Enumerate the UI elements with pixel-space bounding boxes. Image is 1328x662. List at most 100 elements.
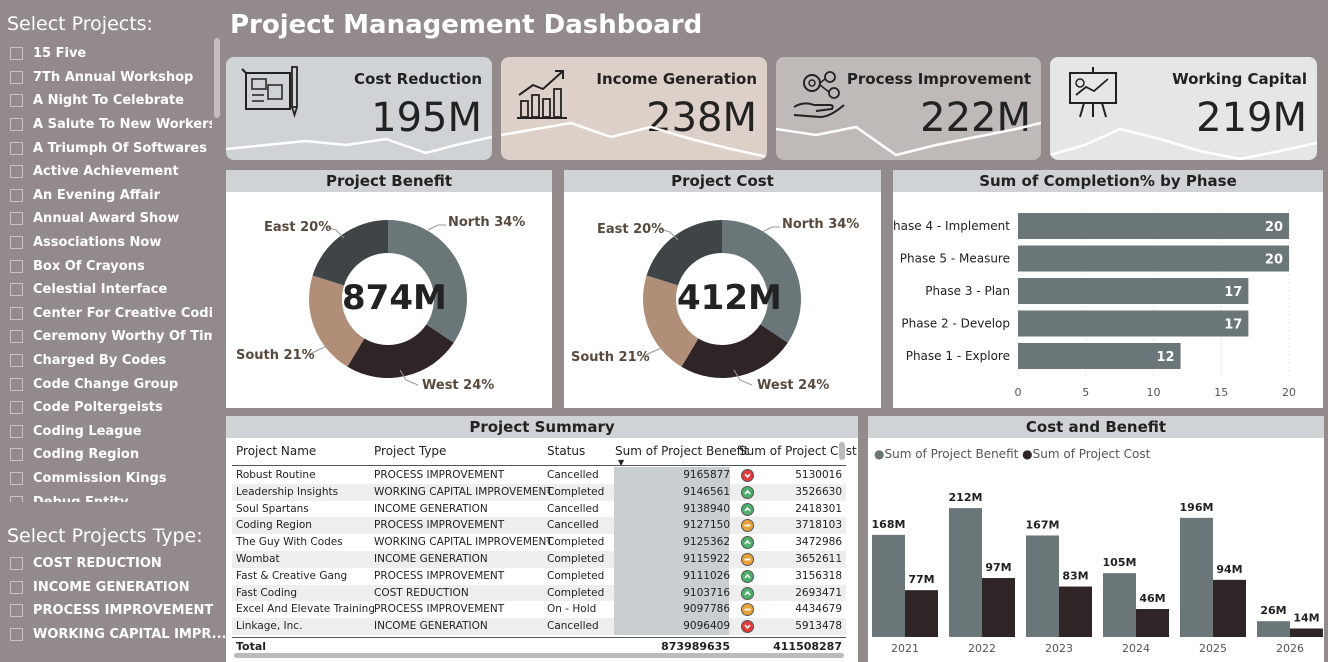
benefit-bar[interactable] (949, 508, 982, 637)
checkbox[interactable] (10, 118, 23, 132)
project-option[interactable]: Coding Region (10, 443, 212, 467)
checkbox[interactable] (10, 165, 23, 179)
checkbox[interactable] (10, 94, 23, 108)
checkbox[interactable] (10, 188, 23, 202)
kpi-card-income-generation[interactable]: Income Generation 238M (501, 57, 767, 160)
projects-slicer[interactable]: 15 Five 7Th Annual Workshop A Night To Cel… (10, 42, 212, 502)
table-row[interactable]: The Guy With Codes WORKING CAPITAL IMPROV… (232, 534, 846, 551)
cost-bar[interactable] (1213, 579, 1246, 637)
project-option[interactable]: Celestial Interface (10, 278, 212, 302)
checkbox[interactable] (10, 471, 23, 485)
project-option[interactable]: Annual Award Show (10, 207, 212, 231)
project-option[interactable]: Coding League (10, 420, 212, 444)
project-option[interactable]: Associations Now (10, 231, 212, 255)
benefit-bar[interactable] (1103, 573, 1136, 637)
checkbox[interactable] (10, 259, 23, 273)
project-option[interactable]: Center For Creative Coding (10, 302, 212, 326)
project-option[interactable]: Active Achievement (10, 160, 212, 184)
project-option[interactable]: Charged By Codes (10, 349, 212, 373)
donut-label-west: West 24% (422, 378, 495, 393)
table-row[interactable]: Fast Coding COST REDUCTION Completed 910371… (232, 584, 846, 602)
kpi-card-working-capital[interactable]: Working Capital 219M (1050, 57, 1317, 160)
col-header-project-name[interactable]: Project Name (236, 444, 316, 458)
checkbox[interactable] (10, 377, 23, 391)
checkbox[interactable] (10, 354, 23, 368)
checkbox[interactable] (10, 330, 23, 344)
table-row[interactable]: Linkage, Inc. INCOME GENERATION Cancelled 9… (232, 618, 846, 635)
checkbox[interactable] (10, 627, 23, 641)
checkbox[interactable] (10, 236, 23, 250)
phase-bar[interactable] (1018, 310, 1249, 337)
donut-slice-west[interactable] (681, 324, 788, 378)
checkbox[interactable] (10, 47, 23, 61)
checkbox[interactable] (10, 424, 23, 438)
type-option[interactable]: INCOME GENERATION (10, 576, 220, 600)
project-option-label: Active Achievement (33, 164, 179, 180)
project-option[interactable]: Code Change Group (10, 372, 212, 396)
checkbox[interactable] (10, 448, 23, 462)
kpi-card-process-improvement[interactable]: Process Improvement 222M (776, 57, 1041, 160)
checkbox[interactable] (10, 604, 23, 618)
table-row[interactable]: Wombat INCOME GENERATION Completed 9115922 3… (232, 551, 846, 568)
type-option[interactable]: WORKING CAPITAL IMPR... (10, 623, 226, 647)
project-option[interactable]: Box Of Crayons (10, 254, 212, 278)
cost-bar[interactable] (1059, 586, 1092, 637)
checkbox[interactable] (10, 70, 23, 84)
benefit-bar[interactable] (1180, 517, 1213, 637)
col-header-project-type[interactable]: Project Type (374, 444, 446, 458)
project-option-label: Celestial Interface (33, 282, 168, 298)
table-row[interactable]: Fast & Creative Gang PROCESS IMPROVEMENT C… (232, 567, 846, 585)
table-row[interactable]: Soul Spartans INCOME GENERATION Cancelled 9… (232, 500, 846, 518)
type-option[interactable]: COST REDUCTION (10, 552, 220, 576)
donut-slice-west[interactable] (347, 324, 454, 378)
checkbox[interactable] (10, 495, 23, 502)
cell-project-benefit: 9103716 (683, 586, 730, 599)
benefit-bar[interactable] (872, 534, 905, 637)
table-row[interactable]: Coding Region PROCESS IMPROVEMENT Cancelle… (232, 517, 846, 535)
kpi-card-cost-reduction[interactable]: Cost Reduction 195M (226, 57, 492, 160)
checkbox[interactable] (10, 283, 23, 297)
checkbox[interactable] (10, 212, 23, 226)
table-row[interactable]: Robust Routine PROCESS IMPROVEMENT Cancell… (232, 467, 846, 484)
benefit-bar[interactable] (1026, 535, 1059, 637)
cost-bar[interactable] (1290, 628, 1323, 637)
project-option[interactable]: 15 Five (10, 42, 212, 66)
phase-value-label: 20 (1265, 253, 1283, 268)
project-option[interactable]: Ceremony Worthy Of Time (10, 325, 212, 349)
projects-scrollbar[interactable] (214, 38, 220, 118)
type-option[interactable]: PROCESS IMPROVEMENT (10, 599, 220, 623)
project-option[interactable]: Code Poltergeists (10, 396, 212, 420)
project-option-label: Code Change Group (33, 376, 179, 392)
project-option[interactable]: A Night To Celebrate (10, 89, 212, 113)
phase-bar[interactable] (1018, 213, 1289, 239)
status-indicator-icon (741, 502, 754, 516)
benefit-data-label: 168M (872, 518, 906, 531)
cost-bar[interactable] (982, 578, 1015, 637)
checkbox[interactable] (10, 557, 23, 571)
cost-benefit-bar-chart[interactable]: 168M 77M 2021 212M 97M 2022 167M 83M 2023 105M 46M… (868, 416, 1324, 662)
types-slicer[interactable]: COST REDUCTION INCOME GENERATION PROCESS I… (10, 552, 226, 647)
checkbox[interactable] (10, 401, 23, 415)
table-row[interactable]: Leadership Insights WORKING CAPITAL IMPRO… (232, 483, 846, 501)
project-option[interactable]: A Triumph Of Softwares (10, 136, 212, 160)
table-hscroll[interactable] (234, 653, 844, 658)
phase-value-label: 20 (1265, 220, 1283, 235)
project-option[interactable]: 7Th Annual Workshop (10, 66, 212, 90)
table-vscroll[interactable] (839, 442, 845, 460)
project-option[interactable]: Debug Entity (10, 490, 212, 502)
project-option[interactable]: Commission Kings (10, 467, 212, 491)
checkbox[interactable] (10, 141, 23, 155)
table-row[interactable]: Excel And Elevate Training PROCESS IMPROV… (232, 601, 846, 619)
project-option[interactable]: A Salute To New Workers (10, 113, 212, 137)
benefit-bar[interactable] (1257, 621, 1290, 637)
phase-bar-chart[interactable]: 0 5 10 15 20 Phase 4 - Implement 20 Phase 5 - M… (893, 170, 1323, 408)
project-option[interactable]: An Evening Affair (10, 184, 212, 208)
checkbox[interactable] (10, 580, 23, 594)
cost-bar[interactable] (1136, 609, 1169, 637)
col-header-status[interactable]: Status (547, 444, 585, 458)
checkbox[interactable] (10, 306, 23, 320)
col-header-project-benefit[interactable]: Sum of Project Benefit (615, 444, 749, 458)
phase-bar[interactable] (1018, 245, 1289, 272)
cost-bar[interactable] (905, 590, 938, 637)
phase-bar[interactable] (1018, 278, 1249, 304)
